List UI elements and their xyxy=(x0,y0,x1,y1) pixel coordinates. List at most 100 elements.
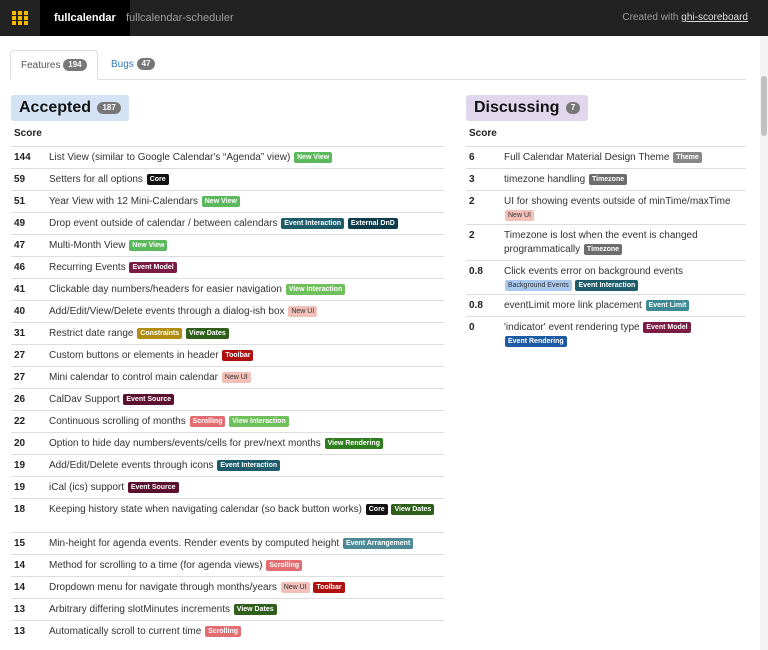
feature-title[interactable]: Option to hide day numbers/events/cells … xyxy=(49,437,440,451)
feature-title[interactable]: UI for showing events outside of minTime… xyxy=(504,195,742,223)
feature-title[interactable]: eventLimit more link placement Event Lim… xyxy=(504,299,742,313)
label-badge[interactable]: New UI xyxy=(288,306,318,317)
feature-row[interactable]: 47 Multi-Month View New View xyxy=(11,234,444,256)
feature-title[interactable]: iCal (ics) support Event Source xyxy=(49,481,440,495)
feature-title-text[interactable]: Mini calendar to control main calendar xyxy=(49,372,218,383)
feature-title[interactable]: Min-height for agenda events. Render eve… xyxy=(49,537,440,551)
label-badge[interactable]: Toolbar xyxy=(313,582,345,593)
brand-link[interactable]: fullcalendar xyxy=(40,0,130,36)
feature-title-text[interactable]: Option to hide day numbers/events/cells … xyxy=(49,438,321,449)
feature-row[interactable]: 2 UI for showing events outside of minTim… xyxy=(466,190,746,224)
feature-title[interactable]: Setters for all options Core xyxy=(49,173,440,187)
feature-row[interactable]: 2 Timezone is lost when the event is chan… xyxy=(466,224,746,260)
label-badge[interactable]: Event Interaction xyxy=(281,218,345,229)
tab-bugs[interactable]: Bugs 47 xyxy=(101,50,165,80)
feature-title-text[interactable]: Arbitrary differing slotMinutes incremen… xyxy=(49,604,230,615)
label-badge[interactable]: View Interaction xyxy=(229,416,289,427)
label-badge[interactable]: Scrolling xyxy=(266,560,303,571)
label-badge[interactable]: Timezone xyxy=(583,244,623,255)
label-badge[interactable]: View Dates xyxy=(185,328,229,339)
label-badge[interactable]: Theme xyxy=(673,152,702,163)
feature-title-text[interactable]: Method for scrolling to a time (for agen… xyxy=(49,560,262,571)
feature-title-text[interactable]: Min-height for agenda events. Render eve… xyxy=(49,538,339,549)
label-badge[interactable]: Event Limit xyxy=(645,300,690,311)
label-badge[interactable]: New View xyxy=(201,196,240,207)
feature-title[interactable]: CalDav Support Event Source xyxy=(49,393,440,407)
label-badge[interactable]: View Rendering xyxy=(324,438,383,449)
feature-title[interactable]: Click events error on background events … xyxy=(504,265,742,293)
label-badge[interactable]: Background Events xyxy=(505,280,572,291)
feature-title-text[interactable]: Multi-Month View xyxy=(49,240,126,251)
feature-row[interactable]: 19 Add/Edit/Delete events through icons E… xyxy=(11,454,444,476)
label-badge[interactable]: New View xyxy=(294,152,333,163)
feature-row[interactable]: 27 Mini calendar to control main calendar… xyxy=(11,366,444,388)
label-badge[interactable]: Toolbar xyxy=(222,350,254,361)
label-badge[interactable]: Event Rendering xyxy=(505,336,567,347)
feature-row[interactable]: 49 Drop event outside of calendar / betwe… xyxy=(11,212,444,234)
feature-title-text[interactable]: Year View with 12 Mini-Calendars xyxy=(49,196,198,207)
label-badge[interactable]: Event Interaction xyxy=(575,280,639,291)
feature-row[interactable]: 40 Add/Edit/View/Delete events through a … xyxy=(11,300,444,322)
feature-row[interactable]: 26 CalDav Support Event Source xyxy=(11,388,444,410)
feature-row[interactable]: 19 iCal (ics) support Event Source xyxy=(11,476,444,498)
feature-title[interactable]: Keeping history state when navigating ca… xyxy=(49,503,440,517)
feature-title-text[interactable]: eventLimit more link placement xyxy=(504,300,642,311)
feature-title-text[interactable]: Full Calendar Material Design Theme xyxy=(504,152,669,163)
label-badge[interactable]: Event Arrangement xyxy=(342,538,414,549)
feature-title-text[interactable]: UI for showing events outside of minTime… xyxy=(504,196,731,207)
feature-title[interactable]: Method for scrolling to a time (for agen… xyxy=(49,559,440,573)
feature-title-text[interactable]: CalDav Support xyxy=(49,394,120,405)
feature-title-text[interactable]: iCal (ics) support xyxy=(49,482,124,493)
feature-row[interactable]: 41 Clickable day numbers/headers for easi… xyxy=(11,278,444,300)
label-badge[interactable]: View Dates xyxy=(391,504,435,515)
feature-row[interactable]: 0.8 eventLimit more link placement Event … xyxy=(466,294,746,316)
feature-title-text[interactable]: Continuous scrolling of months xyxy=(49,416,186,427)
label-badge[interactable]: Constraints xyxy=(137,328,183,339)
feature-title-text[interactable]: Setters for all options xyxy=(49,174,143,185)
feature-title[interactable]: Dropdown menu for navigate through month… xyxy=(49,581,440,595)
feature-title[interactable]: Add/Edit/Delete events through icons Eve… xyxy=(49,459,440,473)
feature-row[interactable]: 13 Arbitrary differing slotMinutes increm… xyxy=(11,598,444,620)
feature-title[interactable]: Custom buttons or elements in header Too… xyxy=(49,349,440,363)
feature-row[interactable]: 46 Recurring Events Event Model xyxy=(11,256,444,278)
feature-title[interactable]: Mini calendar to control main calendar N… xyxy=(49,371,440,385)
label-badge[interactable]: New UI xyxy=(280,582,310,593)
label-badge[interactable]: Event Model xyxy=(643,322,691,333)
feature-row[interactable]: 14 Dropdown menu for navigate through mon… xyxy=(11,576,444,598)
feature-title-text[interactable]: Custom buttons or elements in header xyxy=(49,350,219,361)
feature-title-text[interactable]: Click events error on background events xyxy=(504,266,683,277)
label-badge[interactable]: Event Interaction xyxy=(217,460,281,471)
feature-title-text[interactable]: Add/Edit/Delete events through icons xyxy=(49,460,214,471)
feature-title[interactable]: List View (similar to Google Calendar's … xyxy=(49,151,440,165)
label-badge[interactable]: Event Source xyxy=(127,482,179,493)
feature-title-text[interactable]: Clickable day numbers/headers for easier… xyxy=(49,284,282,295)
feature-title-text[interactable]: Keeping history state when navigating ca… xyxy=(49,504,362,515)
label-badge[interactable]: Event Model xyxy=(129,262,177,273)
scheduler-link[interactable]: fullcalendar-scheduler xyxy=(122,0,238,36)
feature-title-text[interactable]: Dropdown menu for navigate through month… xyxy=(49,582,277,593)
feature-row[interactable]: 22 Continuous scrolling of months Scrolli… xyxy=(11,410,444,432)
feature-title[interactable]: Timezone is lost when the event is chang… xyxy=(504,229,742,257)
feature-title[interactable]: Drop event outside of calendar / between… xyxy=(49,217,440,231)
feature-row[interactable]: 18 Keeping history state when navigating … xyxy=(11,498,444,532)
feature-row[interactable]: 6 Full Calendar Material Design Theme The… xyxy=(466,146,746,168)
feature-row[interactable]: 31 Restrict date range Constraints View D… xyxy=(11,322,444,344)
feature-title[interactable]: 'indicator' event rendering type Event M… xyxy=(504,321,742,349)
feature-row[interactable]: 13 Automatically scroll to current time S… xyxy=(11,620,444,642)
feature-title-text[interactable]: List View (similar to Google Calendar's … xyxy=(49,152,290,163)
label-badge[interactable]: New UI xyxy=(505,210,534,221)
feature-title[interactable]: Full Calendar Material Design Theme Them… xyxy=(504,151,742,165)
label-badge[interactable]: View Interaction xyxy=(285,284,346,295)
feature-title[interactable]: Recurring Events Event Model xyxy=(49,261,440,275)
label-badge[interactable]: View Dates xyxy=(233,604,277,615)
feature-row[interactable]: 59 Setters for all options Core xyxy=(11,168,444,190)
label-badge[interactable]: Core xyxy=(365,504,388,515)
feature-title[interactable]: timezone handling Timezone xyxy=(504,173,742,187)
feature-row[interactable]: 144 List View (similar to Google Calendar… xyxy=(11,146,444,168)
feature-row[interactable]: 15 Min-height for agenda events. Render e… xyxy=(11,532,444,554)
feature-title[interactable]: Year View with 12 Mini-Calendars New Vie… xyxy=(49,195,440,209)
feature-title[interactable]: Continuous scrolling of months Scrolling… xyxy=(49,415,440,429)
label-badge[interactable]: New UI xyxy=(221,372,251,383)
ghi-scoreboard-link[interactable]: ghi-scoreboard xyxy=(681,12,748,23)
label-badge[interactable]: Event Source xyxy=(123,394,175,405)
